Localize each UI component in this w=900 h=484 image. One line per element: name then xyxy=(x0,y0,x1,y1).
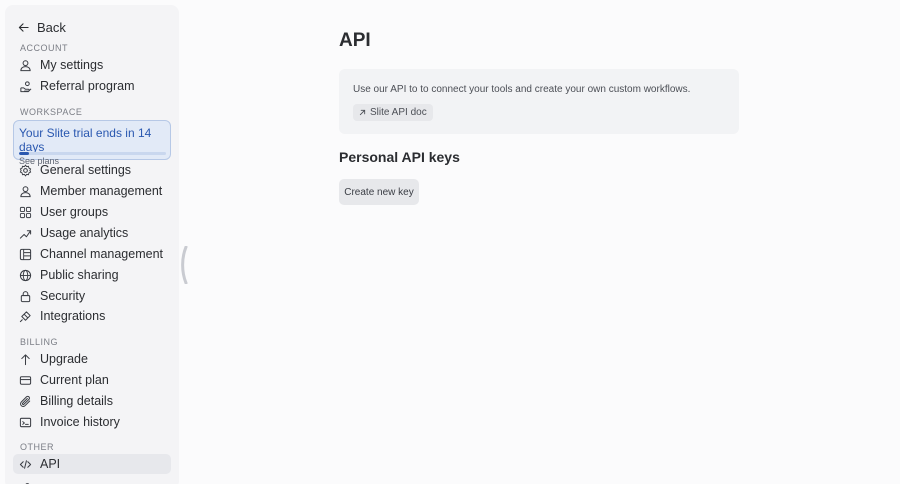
sidebar-item-label: Security xyxy=(40,289,86,303)
code-icon xyxy=(19,459,32,469)
sidebar-item-billing-details[interactable]: Billing details xyxy=(13,391,171,411)
sidebar-item-label: Usage analytics xyxy=(40,226,129,240)
sidebar-item-label: Channel management xyxy=(40,247,163,261)
sidebar-item-upgrade[interactable]: Upgrade xyxy=(13,349,171,369)
sidebar-item-label: Integrations xyxy=(40,309,106,323)
create-new-key-button[interactable]: Create new key xyxy=(339,179,419,205)
integrations-icon xyxy=(19,310,31,322)
sidebar-item-public-sharing[interactable]: Public sharing xyxy=(13,265,171,285)
section-title-workspace: WORKSPACE xyxy=(20,107,83,117)
api-doc-link[interactable]: Slite API doc xyxy=(353,104,433,121)
sidebar-item-user-groups[interactable]: User groups xyxy=(13,202,171,222)
sidebar-item-label: Billing details xyxy=(40,394,113,408)
trend-icon xyxy=(19,229,32,239)
section-title-account: ACCOUNT xyxy=(20,43,68,53)
user-icon xyxy=(20,59,31,71)
sidebar-item-label: API xyxy=(40,457,61,471)
sidebar-item-integrations[interactable]: Integrations xyxy=(13,306,171,326)
personal-api-keys-heading: Personal API keys xyxy=(339,149,460,165)
sidebar-item-label: Public sharing xyxy=(40,268,119,282)
external-link-icon xyxy=(359,109,366,116)
sidebar-item-label: General settings xyxy=(40,163,132,177)
sidebar-item-usage-analytics[interactable]: Usage analytics xyxy=(13,223,171,243)
sidebar-item-member-management[interactable]: Member management xyxy=(13,181,171,201)
api-doc-link-label: Slite API doc xyxy=(370,107,427,118)
trial-title: Your Slite trial ends in 14 days xyxy=(19,126,152,154)
sidebar-item-label: Invoice history xyxy=(40,415,120,429)
sidebar-item-channel-management[interactable]: Channel management xyxy=(13,244,171,264)
referral-icon xyxy=(20,80,32,92)
section-title-billing: BILLING xyxy=(20,337,59,347)
sidebar-item-label: Current plan xyxy=(40,373,109,387)
credit-card-icon xyxy=(19,375,32,385)
api-info-box: Use our API to to connect your tools and… xyxy=(339,69,739,134)
back-button[interactable]: Back xyxy=(18,17,66,37)
sidebar: Back ACCOUNT My settings Referral progra… xyxy=(5,5,179,484)
paperclip-icon xyxy=(20,395,31,407)
lock-icon xyxy=(20,290,31,302)
trial-progress-fill xyxy=(19,152,30,155)
channel-icon xyxy=(19,248,32,260)
sidebar-item-label: User groups xyxy=(40,205,109,219)
arrow-left-icon xyxy=(18,22,29,32)
sidebar-item-label: My settings xyxy=(40,58,104,72)
trial-banner[interactable]: Your Slite trial ends in 14 days See pla… xyxy=(13,120,171,166)
sidebar-item-label: Member management xyxy=(40,184,163,198)
sidebar-item-referral-program[interactable]: Referral program xyxy=(13,76,171,96)
sidebar-item-general-settings[interactable]: General settings xyxy=(13,160,171,180)
user-groups-icon xyxy=(19,206,32,218)
sidebar-item-partial[interactable] xyxy=(13,477,171,484)
trial-progress-bar xyxy=(19,152,166,155)
sidebar-item-label: Upgrade xyxy=(40,352,88,366)
sidebar-item-security[interactable]: Security xyxy=(13,286,171,306)
sidebar-item-invoice-history[interactable]: Invoice history xyxy=(13,412,171,432)
sidebar-item-label: Referral program xyxy=(40,79,135,93)
page-title: API xyxy=(339,30,371,51)
sidebar-item-my-settings[interactable]: My settings xyxy=(13,55,171,75)
arrow-up-icon xyxy=(21,353,30,365)
sidebar-item-current-plan[interactable]: Current plan xyxy=(13,370,171,390)
user-icon xyxy=(20,185,31,197)
back-label: Back xyxy=(37,19,66,35)
gear-icon xyxy=(19,163,32,177)
sidebar-collapse-handle[interactable] xyxy=(180,246,188,284)
link-icon xyxy=(24,482,30,484)
sidebar-item-api[interactable]: API xyxy=(13,454,171,474)
section-title-other: OTHER xyxy=(20,442,54,452)
api-info-text: Use our API to to connect your tools and… xyxy=(353,84,691,95)
invoice-icon xyxy=(19,417,32,427)
globe-icon xyxy=(19,269,32,281)
